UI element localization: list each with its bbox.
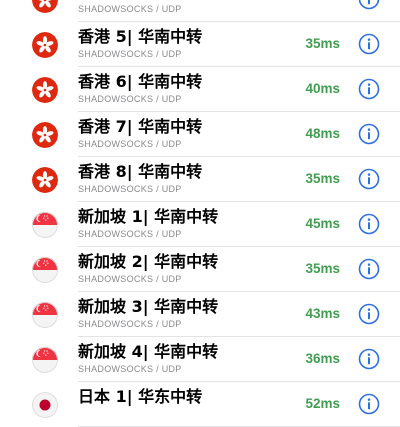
server-row[interactable]: 香港 5| 华南中转 SHADOWSOCKS / UDP 35ms [0,22,400,67]
hong-kong-flag-icon [32,122,58,148]
latency-value: 35ms [305,261,340,276]
server-name: 香港 6| 华南中转 [78,72,203,91]
latency-value: 48ms [305,126,340,141]
server-name: 新加坡 1| 华南中转 [78,207,219,226]
latency-value: 45ms [305,216,340,231]
info-icon[interactable] [358,33,380,55]
server-protocol: SHADOWSOCKS / UDP [78,229,182,239]
server-name: 香港 7| 华南中转 [78,117,203,136]
server-protocol: SHADOWSOCKS / UDP [78,94,182,104]
info-icon[interactable] [358,168,380,190]
hong-kong-flag-icon [32,32,58,58]
server-row[interactable]: 日本 1| 华东中转 52ms [0,382,400,427]
server-row[interactable]: 香港 6| 华南中转 SHADOWSOCKS / UDP 40ms [0,67,400,112]
server-name: 新加坡 4| 华南中转 [78,342,219,361]
server-protocol: SHADOWSOCKS / UDP [78,4,182,14]
singapore-flag-icon [32,302,58,328]
server-name: 新加坡 3| 华南中转 [78,297,219,316]
server-row[interactable]: 新加坡 1| 华南中转 SHADOWSOCKS / UDP 45ms [0,202,400,247]
server-row[interactable]: 新加坡 2| 华南中转 SHADOWSOCKS / UDP 35ms [0,247,400,292]
server-name: 日本 1| 华东中转 [78,387,203,406]
info-icon[interactable] [358,258,380,280]
server-list: SHADOWSOCKS / UDP 香港 5| 华南中转 SHADOWSOCKS… [0,0,400,427]
server-row[interactable]: 香港 7| 华南中转 SHADOWSOCKS / UDP 48ms [0,112,400,157]
latency-value: 40ms [305,81,340,96]
info-icon[interactable] [358,303,380,325]
server-name: 新加坡 2| 华南中转 [78,252,219,271]
singapore-flag-icon [32,212,58,238]
server-protocol: SHADOWSOCKS / UDP [78,49,182,59]
latency-value: 43ms [305,306,340,321]
japan-flag-icon [32,392,58,418]
hong-kong-flag-icon [32,0,58,13]
latency-value: 52ms [305,396,340,411]
server-protocol: SHADOWSOCKS / UDP [78,184,182,194]
hong-kong-flag-icon [32,77,58,103]
server-protocol: SHADOWSOCKS / UDP [78,319,182,329]
server-name: 香港 5| 华南中转 [78,27,203,46]
info-icon[interactable] [358,123,380,145]
info-icon[interactable] [358,213,380,235]
latency-value: 36ms [305,351,340,366]
server-row[interactable]: 香港 8| 华南中转 SHADOWSOCKS / UDP 35ms [0,157,400,202]
server-protocol: SHADOWSOCKS / UDP [78,364,182,374]
singapore-flag-icon [32,347,58,373]
info-icon[interactable] [358,0,380,10]
info-icon[interactable] [358,78,380,100]
singapore-flag-icon [32,257,58,283]
server-protocol: SHADOWSOCKS / UDP [78,139,182,149]
latency-value: 35ms [305,36,340,51]
server-row[interactable]: 新加坡 3| 华南中转 SHADOWSOCKS / UDP 43ms [0,292,400,337]
server-row[interactable]: SHADOWSOCKS / UDP [0,0,400,22]
info-icon[interactable] [358,348,380,370]
latency-value: 35ms [305,171,340,186]
server-protocol: SHADOWSOCKS / UDP [78,274,182,284]
server-name: 香港 8| 华南中转 [78,162,203,181]
hong-kong-flag-icon [32,167,58,193]
info-icon[interactable] [358,393,380,415]
server-row[interactable]: 新加坡 4| 华南中转 SHADOWSOCKS / UDP 36ms [0,337,400,382]
